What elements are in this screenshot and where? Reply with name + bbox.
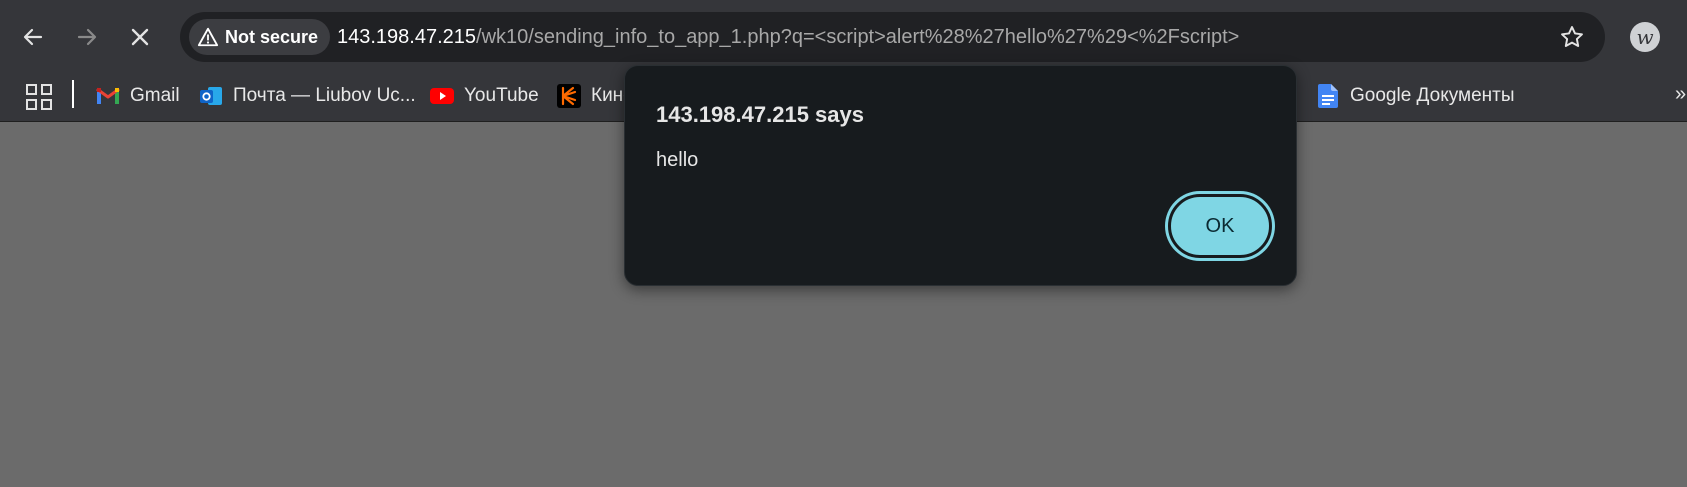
bookmark-outlook[interactable]: Почта — Liubov Uc...: [199, 80, 416, 112]
extension-letter: w: [1636, 25, 1654, 49]
warning-icon: [197, 27, 219, 47]
google-docs-icon: [1316, 84, 1340, 108]
address-bar[interactable]: Not secure 143.198.47.215/wk10/sending_i…: [180, 12, 1605, 62]
stop-loading-button[interactable]: [120, 17, 160, 57]
alert-title: 143.198.47.215 says: [656, 102, 864, 127]
bookmark-star-icon[interactable]: [1559, 24, 1585, 50]
bookmark-label: Почта — Liubov Uc...: [233, 85, 416, 106]
url-host: 143.198.47.215: [337, 26, 477, 48]
apps-grid-icon[interactable]: [25, 83, 53, 111]
security-chip-label: Not secure: [225, 26, 319, 47]
url-path: /wk10/sending_info_to_app_1.php?q=<scrip…: [476, 26, 1240, 48]
forward-button[interactable]: [67, 17, 107, 57]
arrow-left-icon: [23, 28, 43, 46]
security-chip[interactable]: Not secure: [189, 19, 331, 55]
outlook-icon: [199, 84, 223, 108]
bookmark-label: YouTube: [464, 85, 539, 106]
gmail-icon: [96, 84, 120, 108]
ok-button[interactable]: OK: [1168, 194, 1272, 258]
kinopoisk-icon: [557, 84, 581, 108]
arrow-right-icon: [77, 28, 97, 46]
alert-dialog: 143.198.47.215 says hello OK: [624, 65, 1297, 286]
back-button[interactable]: [13, 17, 53, 57]
bookmarks-overflow-chevron-icon[interactable]: »: [1675, 83, 1686, 106]
close-icon: [131, 28, 149, 46]
bookmark-gmail[interactable]: Gmail: [96, 80, 180, 112]
bookmarks-separator: [72, 80, 74, 108]
youtube-icon: [430, 84, 454, 108]
alert-message: hello: [656, 149, 699, 171]
url-text[interactable]: 143.198.47.215/wk10/sending_info_to_app_…: [337, 24, 1239, 50]
bookmark-google-docs[interactable]: Google Документы: [1316, 80, 1515, 112]
extension-icon[interactable]: w: [1630, 22, 1660, 52]
bookmark-label: Google Документы: [1350, 85, 1515, 106]
bookmark-label: Gmail: [130, 85, 180, 106]
browser-toolbar: Not secure 143.198.47.215/wk10/sending_i…: [0, 0, 1687, 74]
bookmark-youtube[interactable]: YouTube: [430, 80, 539, 112]
bookmark-kinopoisk[interactable]: Кино: [557, 80, 634, 112]
